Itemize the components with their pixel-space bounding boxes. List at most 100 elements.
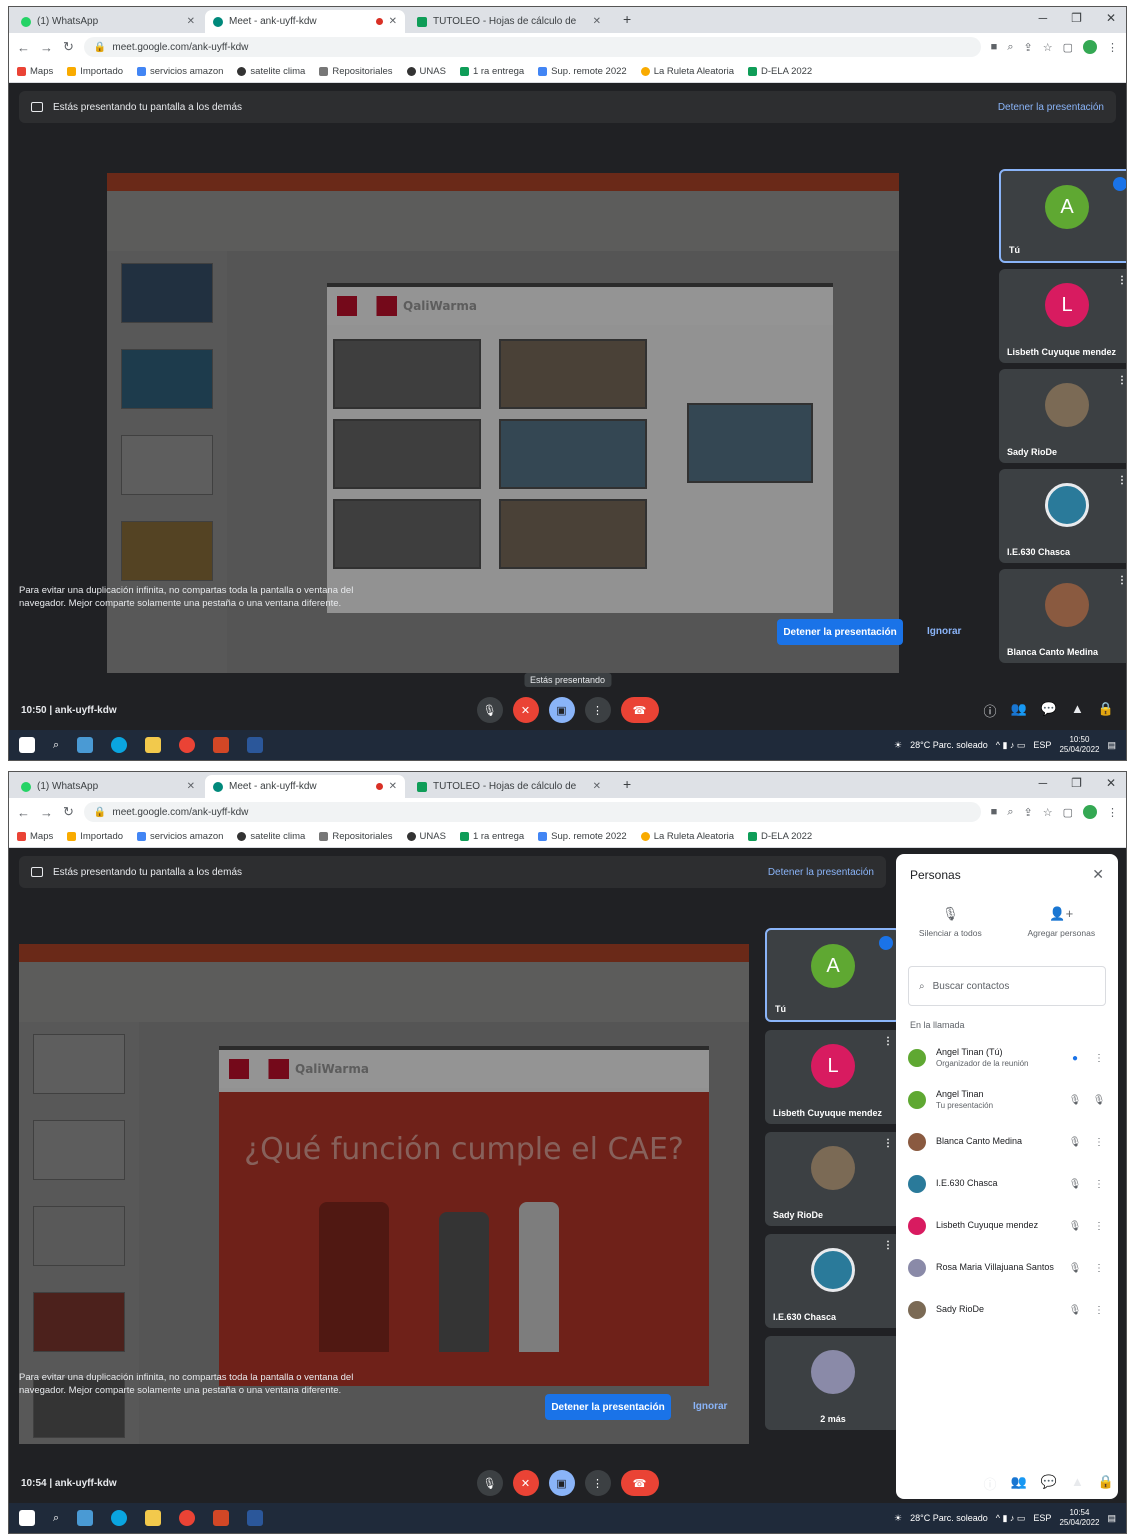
tab-meet[interactable]: Meet - ank-uyff-kdw ✕ — [205, 775, 405, 798]
omnibox[interactable]: 🔒 meet.google.com/ank-uyff-kdw — [83, 802, 981, 822]
bookmark-ruleta[interactable]: La Ruleta Aleatoria — [640, 66, 734, 77]
more-options-icon[interactable]: ⋮ — [883, 1240, 893, 1251]
omnibox[interactable]: 🔒 meet.google.com/ank-uyff-kdw — [83, 37, 981, 57]
word-icon[interactable] — [247, 737, 264, 753]
participant-row[interactable]: Angel Tinan Tu presentación 🎙 🎙 — [908, 1082, 1106, 1118]
bookmark-unas[interactable]: UNAS — [406, 831, 446, 842]
info-icon[interactable]: ⓘ — [984, 701, 997, 720]
participant-row[interactable]: Blanca Canto Medina 🎙 ⋮ — [908, 1124, 1106, 1160]
star-icon[interactable]: ☆ — [1043, 41, 1053, 54]
bookmark-importado[interactable]: Importado — [67, 66, 123, 77]
word-icon[interactable] — [247, 1510, 264, 1526]
bookmark-maps[interactable]: Maps — [17, 66, 53, 77]
participant-tile[interactable]: ⋮ I.E.630 Chasca — [765, 1234, 901, 1328]
camera-off-button[interactable]: ✕ — [512, 1470, 539, 1496]
bookmark-satelite[interactable]: satelite clima — [237, 66, 305, 77]
present-button[interactable]: ▣ — [548, 697, 575, 723]
bookmark-entrega[interactable]: 1 ra entrega — [459, 831, 524, 842]
mic-off-icon[interactable]: 🎙 — [1068, 1095, 1082, 1106]
new-tab-button[interactable]: + — [623, 776, 631, 792]
search-contacts-input[interactable]: ⌕ Buscar contactos — [908, 966, 1106, 1006]
more-options-icon[interactable]: ⋮ — [1092, 1053, 1106, 1064]
camera-off-button[interactable]: ✕ — [512, 697, 539, 723]
mic-off-icon[interactable]: 🎙 — [1068, 1179, 1082, 1190]
participant-tile[interactable]: ⋮ L Lisbeth Cuyuque mendez — [765, 1030, 901, 1124]
star-icon[interactable]: ☆ — [1043, 806, 1053, 819]
notifications-icon[interactable]: ▤ — [1107, 1513, 1116, 1524]
bookmark-dela[interactable]: D-ELA 2022 — [747, 831, 812, 842]
chrome-icon[interactable] — [179, 737, 196, 753]
app-icon[interactable] — [77, 1510, 94, 1526]
bookmark-maps[interactable]: Maps — [17, 831, 53, 842]
edge-icon[interactable] — [111, 1510, 128, 1526]
people-icon[interactable]: 👥 — [1011, 701, 1027, 720]
share-icon[interactable]: ⇪ — [1024, 806, 1033, 819]
tab-whatsapp[interactable]: (1) WhatsApp ✕ — [13, 775, 203, 798]
more-options-icon[interactable]: ⋮ — [1092, 1263, 1106, 1274]
participant-tile[interactable]: A Tú — [765, 928, 901, 1022]
participant-row[interactable]: Angel Tinan (Tú) Organizador de la reunió… — [908, 1040, 1106, 1076]
mic-off-icon[interactable]: 🎙 — [1068, 1263, 1082, 1274]
participant-row[interactable]: I.E.630 Chasca 🎙 ⋮ — [908, 1166, 1106, 1202]
tab-sheets[interactable]: TUTOLEO - Hojas de cálculo de ✕ — [409, 775, 609, 798]
add-people-button[interactable]: 👤+ Agregar personas — [1028, 906, 1096, 938]
more-options-button[interactable]: ⋮ — [584, 1470, 611, 1496]
profile-avatar[interactable] — [1083, 805, 1097, 819]
mic-button[interactable]: 🎙 — [476, 1470, 503, 1496]
mute-all-button[interactable]: 🎙 Silenciar a todos — [919, 906, 982, 938]
stop-presenting-link[interactable]: Detener la presentación — [768, 867, 874, 878]
ignore-button[interactable]: Ignorar — [927, 626, 961, 637]
more-options-icon[interactable]: ⋮ — [883, 1138, 893, 1149]
search-icon[interactable]: ⌕ — [53, 1512, 59, 1525]
mic-off-icon[interactable]: 🎙 — [1092, 1095, 1106, 1106]
powerpoint-icon[interactable] — [213, 1510, 230, 1526]
bookmark-amazon[interactable]: servicios amazon — [137, 831, 223, 842]
ignore-button[interactable]: Ignorar — [693, 1401, 727, 1412]
notifications-icon[interactable]: ▤ — [1107, 740, 1116, 751]
participant-tile[interactable]: ⋮ Sady RioDe — [999, 369, 1126, 463]
lock-icon[interactable]: 🔒 — [1098, 1474, 1114, 1493]
tab-meet[interactable]: Meet - ank-uyff-kdw ✕ — [205, 10, 405, 33]
mic-off-icon[interactable]: 🎙 — [1068, 1221, 1082, 1232]
leave-call-button[interactable]: ☎ — [620, 1470, 659, 1496]
more-options-icon[interactable]: ⋮ — [1092, 1179, 1106, 1190]
close-icon[interactable]: ✕ — [593, 781, 601, 792]
file-explorer-icon[interactable] — [145, 1510, 162, 1526]
stop-presenting-link[interactable]: Detener la presentación — [998, 102, 1104, 113]
stop-presenting-button[interactable]: Detener la presentación — [545, 1394, 671, 1420]
bookmark-entrega[interactable]: 1 ra entrega — [459, 66, 524, 77]
participant-tile[interactable]: ⋮ I.E.630 Chasca — [999, 469, 1126, 563]
close-icon[interactable]: ✕ — [187, 781, 195, 792]
tab-whatsapp[interactable]: (1) WhatsApp ✕ — [13, 10, 203, 33]
back-icon[interactable]: ← — [17, 805, 30, 820]
camera-icon[interactable]: ■ — [991, 41, 998, 53]
zoom-icon[interactable]: ⌕ — [1007, 806, 1013, 819]
people-icon[interactable]: 👥 — [1011, 1474, 1027, 1493]
minimize-button[interactable]: ─ — [1039, 776, 1048, 790]
bookmark-ruleta[interactable]: La Ruleta Aleatoria — [640, 831, 734, 842]
new-tab-button[interactable]: + — [623, 11, 631, 27]
participant-tile[interactable]: A Tú — [999, 169, 1126, 263]
zoom-icon[interactable]: ⌕ — [1007, 41, 1013, 54]
clock[interactable]: 10:50 25/04/2022 — [1059, 735, 1099, 754]
chat-icon[interactable]: 💬 — [1041, 1474, 1057, 1493]
close-icon[interactable]: ✕ — [593, 16, 601, 27]
camera-icon[interactable]: ■ — [991, 806, 998, 818]
minimize-button[interactable]: ─ — [1039, 11, 1048, 25]
bookmark-importado[interactable]: Importado — [67, 831, 123, 842]
back-icon[interactable]: ← — [17, 40, 30, 55]
reload-icon[interactable]: ↻ — [63, 39, 74, 55]
windows-start-icon[interactable] — [19, 737, 35, 753]
participant-tile[interactable]: ⋮ Blanca Canto Medina — [999, 569, 1126, 663]
chrome-icon[interactable] — [179, 1510, 196, 1526]
mic-button[interactable]: 🎙 — [476, 697, 503, 723]
participant-row[interactable]: Sady RioDe 🎙 ⋮ — [908, 1292, 1106, 1328]
sidepanel-icon[interactable]: ▢ — [1063, 41, 1073, 54]
file-explorer-icon[interactable] — [145, 737, 162, 753]
participant-tile-more[interactable]: 2 más — [765, 1336, 901, 1430]
bookmark-sup-remote[interactable]: Sup. remote 2022 — [538, 831, 627, 842]
forward-icon[interactable]: → — [40, 805, 53, 820]
bookmark-unas[interactable]: UNAS — [406, 66, 446, 77]
app-icon[interactable] — [77, 737, 94, 753]
more-options-icon[interactable]: ⋮ — [1117, 375, 1126, 386]
